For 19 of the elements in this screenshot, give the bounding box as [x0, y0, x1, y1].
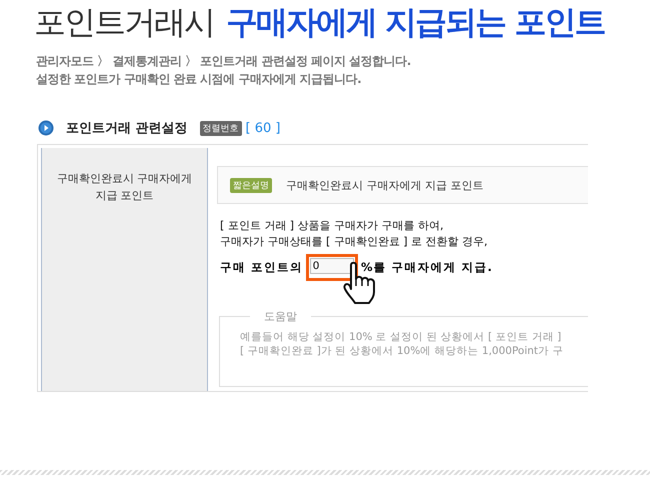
input-suffix: %를 구매자에게 지급. — [361, 260, 493, 275]
help-text: [ 구매확인완료 ]가 된 상황에서 10%에 해당하는 1,000Point가 구 — [240, 344, 564, 358]
summary-text: 구매확인완료시 구매자에게 지급 포인트 — [286, 178, 484, 192]
page-title: 포인트거래시 — [34, 2, 214, 43]
sort-number: [ 60 ] — [246, 120, 280, 136]
percent-input[interactable]: 0 — [310, 258, 354, 274]
description-text: 설정한 포인트가 구매확인 완료 시점에 구매자에게 지급됩니다. — [36, 71, 362, 88]
play-circle-icon — [38, 120, 54, 136]
explanation-text: 구매자가 구매상태를 [ 구매확인완료 ] 로 전환할 경우, — [219, 234, 489, 250]
summary-badge: 짧은설명 — [230, 178, 272, 192]
help-text: 예를들어 해당 설정이 10% 로 설정이 된 상황에서 [ 포인트 거래 ] — [240, 330, 562, 344]
help-title: 도움말 — [263, 309, 298, 324]
input-prefix: 구매 포인트의 — [220, 260, 304, 275]
sort-badge: 정렬번호 — [200, 120, 242, 136]
page-title-highlight: 구매자에게 지급되는 포인트 — [226, 2, 604, 43]
setting-label: 구매확인완료시 구매자에게 지급 포인트 — [56, 171, 194, 204]
section-title: 포인트거래 관련설정 — [66, 120, 188, 137]
description-text: 관리자모드 〉 결제통계관리 〉 포인트거래 관련설정 페이지 설정합니다. — [36, 53, 412, 70]
explanation-text: [ 포인트 거래 ] 상품을 구매자가 구매를 하여, — [219, 218, 445, 234]
